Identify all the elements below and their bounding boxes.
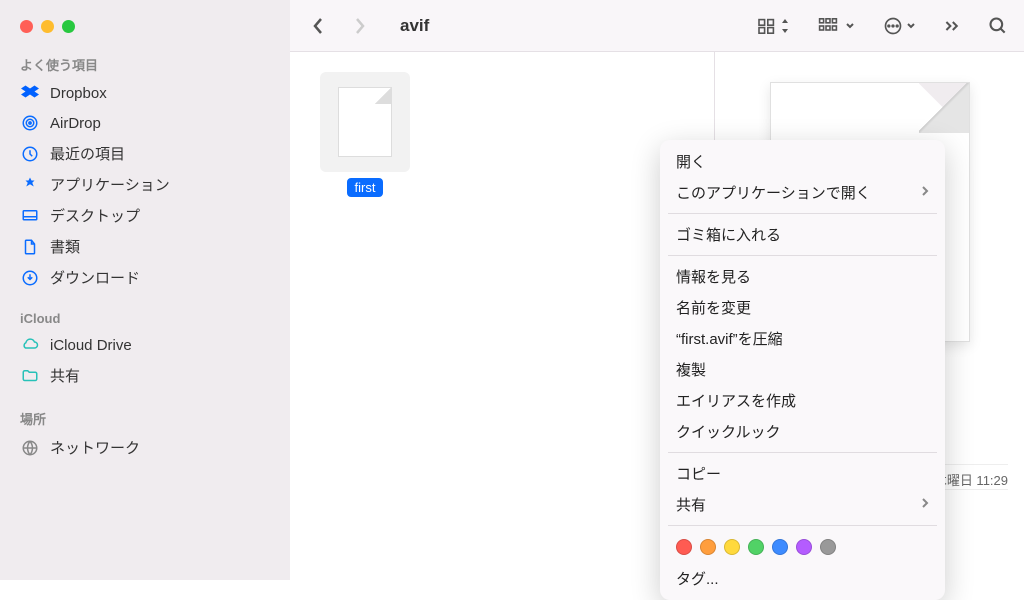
menu-make-alias[interactable]: エイリアスを作成: [660, 385, 945, 416]
sidebar-item-applications[interactable]: アプリケーション: [0, 169, 290, 200]
tag-color-dot[interactable]: [724, 539, 740, 555]
document-icon: [20, 237, 40, 257]
sidebar-item-label: 最近の項目: [50, 143, 125, 164]
network-icon: [20, 438, 40, 458]
menu-tags[interactable]: タグ...: [660, 563, 945, 594]
menu-copy[interactable]: コピー: [660, 458, 945, 489]
minimize-window-button[interactable]: [41, 20, 54, 33]
group-button[interactable]: [818, 18, 855, 34]
file-browser[interactable]: first: [290, 52, 714, 580]
dropbox-icon: [20, 83, 40, 103]
menu-divider: [668, 255, 937, 256]
sidebar-item-label: アプリケーション: [50, 174, 170, 195]
view-mode-button[interactable]: [757, 18, 790, 34]
sidebar-item-shared[interactable]: 共有: [0, 360, 290, 391]
sidebar-item-label: AirDrop: [50, 115, 101, 132]
sidebar-item-airdrop[interactable]: AirDrop: [0, 108, 290, 138]
nav-back-button[interactable]: [306, 14, 330, 38]
cloud-icon: [20, 335, 40, 355]
maximize-window-button[interactable]: [62, 20, 75, 33]
menu-tag-colors: [660, 531, 945, 563]
close-window-button[interactable]: [20, 20, 33, 33]
search-button[interactable]: [988, 16, 1008, 36]
menu-quick-look[interactable]: クイックルック: [660, 416, 945, 447]
airdrop-icon: [20, 113, 40, 133]
sidebar-item-recents[interactable]: 最近の項目: [0, 138, 290, 169]
clock-icon: [20, 144, 40, 164]
menu-trash[interactable]: ゴミ箱に入れる: [660, 219, 945, 250]
context-menu: 開く このアプリケーションで開く ゴミ箱に入れる 情報を見る 名前を変更 “fi…: [660, 140, 945, 600]
sidebar-item-desktop[interactable]: デスクトップ: [0, 200, 290, 231]
sidebar-item-dropbox[interactable]: Dropbox: [0, 78, 290, 108]
menu-divider: [668, 525, 937, 526]
chevron-right-icon: [921, 184, 929, 201]
tag-color-dot[interactable]: [700, 539, 716, 555]
sidebar-item-label: 共有: [50, 365, 80, 386]
menu-open-with[interactable]: このアプリケーションで開く: [660, 177, 945, 208]
sidebar-section-icloud-title: iCloud: [0, 307, 290, 330]
chevron-right-icon: [921, 496, 929, 513]
download-icon: [20, 268, 40, 288]
nav-forward-button[interactable]: [348, 14, 372, 38]
sidebar-item-downloads[interactable]: ダウンロード: [0, 262, 290, 293]
tag-color-dot[interactable]: [748, 539, 764, 555]
sidebar-section-locations-title: 場所: [0, 405, 290, 432]
sidebar-item-documents[interactable]: 書類: [0, 231, 290, 262]
overflow-button[interactable]: [944, 19, 960, 33]
main-panel: avif: [290, 0, 1024, 580]
window-controls: [0, 12, 290, 51]
sidebar-item-label: 書類: [50, 236, 80, 257]
menu-duplicate[interactable]: 複製: [660, 354, 945, 385]
sidebar-item-label: iCloud Drive: [50, 337, 132, 354]
menu-open[interactable]: 開く: [660, 146, 945, 177]
desktop-icon: [20, 206, 40, 226]
action-button[interactable]: [883, 16, 916, 36]
folder-title: avif: [400, 16, 745, 36]
sidebar-item-icloud-drive[interactable]: iCloud Drive: [0, 330, 290, 360]
tag-color-dot[interactable]: [820, 539, 836, 555]
sidebar-item-label: デスクトップ: [50, 205, 140, 226]
menu-get-info[interactable]: 情報を見る: [660, 261, 945, 292]
file-item[interactable]: first: [310, 72, 420, 197]
shared-folder-icon: [20, 366, 40, 386]
menu-rename[interactable]: 名前を変更: [660, 292, 945, 323]
sidebar-item-label: Dropbox: [50, 85, 107, 102]
menu-divider: [668, 452, 937, 453]
sidebar: よく使う項目 Dropbox AirDrop 最近の項目 アプリケーション デス…: [0, 0, 290, 580]
tag-color-dot[interactable]: [772, 539, 788, 555]
menu-divider: [668, 213, 937, 214]
sidebar-item-label: ダウンロード: [50, 267, 140, 288]
apps-icon: [20, 175, 40, 195]
sidebar-item-label: ネットワーク: [50, 437, 140, 458]
menu-share[interactable]: 共有: [660, 489, 945, 520]
sidebar-item-network[interactable]: ネットワーク: [0, 432, 290, 463]
sidebar-section-favorites-title: よく使う項目: [0, 51, 290, 78]
tag-color-dot[interactable]: [676, 539, 692, 555]
file-name-label: first: [347, 178, 384, 197]
file-thumbnail: [320, 72, 410, 172]
toolbar: avif: [290, 0, 1024, 52]
tag-color-dot[interactable]: [796, 539, 812, 555]
menu-compress[interactable]: “first.avif”を圧縮: [660, 323, 945, 354]
